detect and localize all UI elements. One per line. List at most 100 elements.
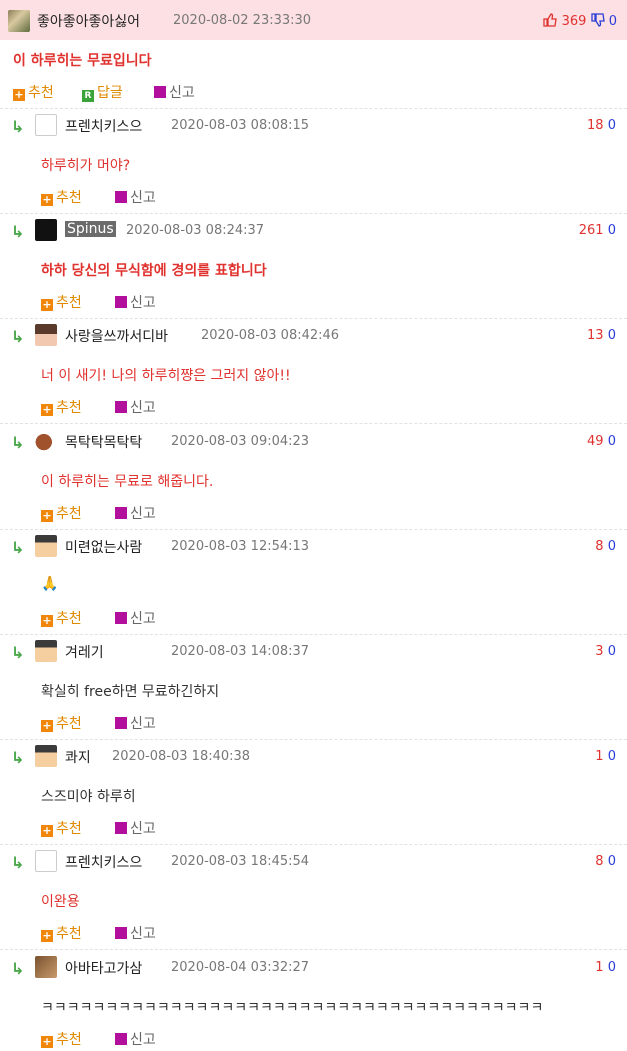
comment-down-count[interactable]: 0 xyxy=(608,328,616,343)
report-button[interactable]: 신고 xyxy=(115,397,156,417)
report-label: 신고 xyxy=(130,716,156,732)
comment-up-count[interactable]: 8 xyxy=(595,539,603,554)
author-avatar[interactable] xyxy=(8,10,30,32)
report-button[interactable]: 신고 xyxy=(115,713,156,733)
reply-arrow-icon: ↳ xyxy=(11,748,25,768)
recommend-label: 추천 xyxy=(56,610,82,627)
comment-up-count[interactable]: 3 xyxy=(595,644,603,659)
comment-up-count[interactable]: 13 xyxy=(587,328,604,343)
comment-up-count[interactable]: 1 xyxy=(595,960,603,975)
comment-up-count[interactable]: 18 xyxy=(587,118,604,133)
recommend-label: 추천 xyxy=(56,190,82,206)
author-avatar[interactable] xyxy=(35,640,57,662)
report-button[interactable]: 신고 xyxy=(115,503,156,523)
comment-down-count[interactable]: 0 xyxy=(608,539,616,554)
comment-votes: 261 0 xyxy=(579,223,616,238)
comment-date: 2020-08-03 18:45:54 xyxy=(171,854,310,870)
author-avatar[interactable] xyxy=(35,850,57,873)
thumbs-up-icon[interactable] xyxy=(543,13,558,31)
comment-text: 하하 당신의 무식함에 경의를 표합니다 xyxy=(41,263,267,280)
comment-down-count[interactable]: 0 xyxy=(608,960,616,975)
divider xyxy=(0,423,627,425)
comment-down-count[interactable]: 0 xyxy=(608,118,616,133)
main-post-votes: 369 0 xyxy=(543,13,617,31)
report-label: 신고 xyxy=(130,926,156,943)
author-avatar[interactable] xyxy=(35,114,57,136)
recommend-button[interactable]: + 추천 xyxy=(41,818,82,838)
comment-author[interactable]: 콰지 xyxy=(65,747,91,767)
main-recommend-button[interactable]: + 추천 xyxy=(13,82,54,102)
main-post-down-count: 0 xyxy=(608,14,617,29)
thumbs-down-icon[interactable] xyxy=(590,13,605,31)
author-avatar[interactable] xyxy=(35,534,57,557)
reply-arrow-icon: ↳ xyxy=(11,537,25,557)
report-button[interactable]: 신고 xyxy=(115,818,156,838)
main-reply-button[interactable]: R 답글 xyxy=(82,82,123,102)
recommend-button[interactable]: + 추천 xyxy=(41,1029,82,1049)
report-button[interactable]: 신고 xyxy=(115,187,156,207)
author-avatar[interactable] xyxy=(35,324,57,347)
recommend-label: 추천 xyxy=(56,400,82,417)
author-avatar[interactable] xyxy=(35,429,57,452)
recommend-button[interactable]: + 추천 xyxy=(41,187,82,207)
plus-icon: + xyxy=(41,508,53,522)
recommend-label: 추천 xyxy=(56,926,82,943)
comment-up-count[interactable]: 261 xyxy=(579,223,604,238)
recommend-button[interactable]: + 추천 xyxy=(41,608,82,628)
comment-text: 하루히가 머야? xyxy=(41,158,131,174)
comment-up-count[interactable]: 49 xyxy=(587,434,604,449)
report-button[interactable]: 신고 xyxy=(115,923,156,943)
comment-author[interactable]: 사랑을쓰까서디바 xyxy=(65,326,168,346)
main-post-date: 2020-08-02 23:33:30 xyxy=(173,13,312,28)
reply-arrow-icon: ↳ xyxy=(11,958,25,978)
comment-up-count[interactable]: 1 xyxy=(595,749,603,764)
report-icon xyxy=(115,927,127,940)
comment-author[interactable]: Spinus xyxy=(65,221,116,238)
recommend-button[interactable]: + 추천 xyxy=(41,923,82,943)
comment-down-count[interactable]: 0 xyxy=(608,644,616,659)
comment-down-count[interactable]: 0 xyxy=(608,434,616,449)
report-button[interactable]: 신고 xyxy=(115,292,156,312)
comment-text: 너 이 새기! 나의 하루히쨩은 그러지 않아!! xyxy=(41,368,291,385)
main-report-button[interactable]: 신고 xyxy=(154,82,195,102)
reply-arrow-icon: ↳ xyxy=(11,643,25,662)
comment-down-count[interactable]: 0 xyxy=(608,854,616,869)
comment-author[interactable]: 프렌치키스으 xyxy=(65,852,142,872)
comment-votes: 1 0 xyxy=(595,749,616,764)
comment-author[interactable]: 프렌치키스으 xyxy=(65,116,142,136)
reply-arrow-icon: ↳ xyxy=(11,432,25,452)
comment-author[interactable]: 겨레기 xyxy=(65,642,104,662)
divider xyxy=(0,633,627,635)
comment-votes: 49 0 xyxy=(587,434,616,449)
recommend-button[interactable]: + 추천 xyxy=(41,713,82,733)
comment-up-count[interactable]: 8 xyxy=(595,854,603,869)
comment-down-count[interactable]: 0 xyxy=(608,749,616,764)
author-avatar[interactable] xyxy=(35,219,57,242)
plus-icon: + xyxy=(41,719,53,732)
report-label: 신고 xyxy=(169,85,195,101)
plus-icon: + xyxy=(41,929,53,943)
author-avatar[interactable] xyxy=(35,745,57,768)
comment-down-count[interactable]: 0 xyxy=(608,223,616,238)
report-button[interactable]: 신고 xyxy=(115,1029,156,1049)
author-avatar[interactable] xyxy=(35,955,57,978)
recommend-button[interactable]: + 추천 xyxy=(41,397,82,417)
comment-text: 이 하루히는 무료로 해줍니다. xyxy=(41,473,214,490)
comment-author[interactable]: 아바타고가삼 xyxy=(65,958,142,978)
comment-votes: 8 0 xyxy=(595,854,616,869)
recommend-label: 추천 xyxy=(56,716,82,732)
comment-author[interactable]: 미련없는사람 xyxy=(65,537,142,557)
divider xyxy=(0,528,627,530)
reply-arrow-icon: ↳ xyxy=(11,327,25,347)
report-label: 신고 xyxy=(130,190,156,206)
recommend-button[interactable]: + 추천 xyxy=(41,503,82,523)
plus-icon: + xyxy=(41,193,53,206)
recommend-button[interactable]: + 추천 xyxy=(41,292,82,312)
comment-text: 이완용 xyxy=(41,894,80,911)
report-icon xyxy=(115,717,127,729)
main-post-author[interactable]: 좋아좋아좋아싫어 xyxy=(37,11,140,31)
plus-icon: + xyxy=(41,1034,53,1048)
report-button[interactable]: 신고 xyxy=(115,608,156,628)
recommend-label: 추천 xyxy=(56,505,82,522)
comment-author[interactable]: 목탁탁목탁탁 xyxy=(65,432,142,452)
